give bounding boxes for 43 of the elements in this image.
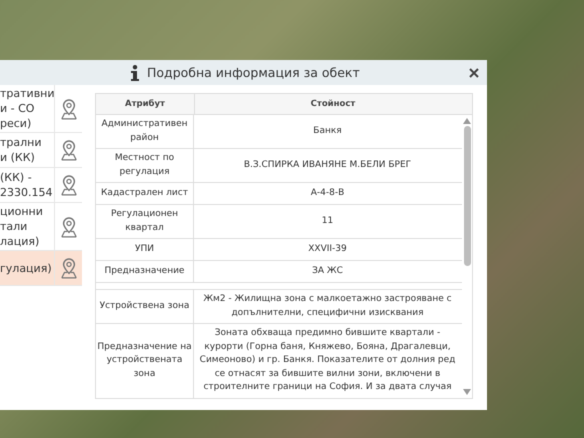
map-pin-icon[interactable]: [60, 216, 78, 238]
map-pin-icon[interactable]: [60, 174, 78, 196]
column-header: Атрибут: [96, 94, 195, 114]
table-cell: Предназначение на устройствената зона: [96, 324, 194, 398]
layer-label: трални: [0, 135, 43, 150]
table-cell-text: Зоната обхваща предимно бившите квартали - курорти (Горна баня, Княжево, Бояна, Драгалевци, Симеоново) и гр. Банкя. Показателите от долния ред се отнасят за бившите вилни зони, включени в строителните граници на София. И за двата случая: [198, 327, 456, 394]
table-cell-text: В.З.СПИРКА ИВАНЯНЕ М.БЕЛИ БРЕГ: [242, 158, 412, 172]
layer-label: (КК) -: [0, 170, 33, 185]
info-icon: [130, 64, 140, 80]
table-cell: Кадастрален лист: [96, 183, 194, 204]
layer-label: и - СО: [0, 101, 36, 116]
table-cell: Местност по регулация: [96, 149, 194, 182]
dialog-title: Подробна информация за обект: [147, 65, 361, 80]
scroll-up-icon[interactable]: [463, 118, 471, 124]
layer-label: и (КК): [0, 150, 36, 165]
layer-item[interactable]: тративни и - СО реси): [0, 85, 82, 133]
table-cell: Административен район: [96, 115, 194, 148]
table-cell-text: А-4-8-В: [310, 186, 346, 200]
table-cell: Устройствена зона: [96, 290, 194, 323]
close-button[interactable]: [467, 66, 481, 80]
layer-label: лация): [0, 234, 40, 249]
layer-item[interactable]: (КК) - 2330.154: [0, 168, 82, 203]
column-header: Стойност: [310, 98, 356, 111]
layer-label: тали: [0, 219, 28, 234]
map-pin-icon[interactable]: [60, 98, 78, 120]
layer-item[interactable]: трални и (КК): [0, 133, 82, 168]
layer-label: реси): [0, 116, 32, 131]
table-cell-text: XXVII-39: [307, 242, 348, 256]
table-cell: УПИ: [96, 239, 194, 260]
table-cell-text: Жм2 - Жилищна зона с малкоетажно застрояване с допълнителни, специфични изисквания: [202, 293, 453, 320]
table-cell: Регулационен квартал: [96, 205, 194, 238]
map-pin-icon[interactable]: [60, 257, 78, 279]
table-cell-text: Банкя: [312, 124, 343, 138]
map-pin-icon[interactable]: [60, 139, 78, 161]
layer-label: тративни: [0, 86, 54, 101]
table-cell-text: 11: [320, 214, 334, 228]
layer-label: 2330.154: [0, 185, 54, 200]
layer-item[interactable]: гулация): [0, 251, 82, 286]
layer-label: ционни: [0, 204, 44, 219]
table-cell-text: ЗА ЖС: [311, 264, 344, 278]
layer-label: гулация): [0, 260, 53, 276]
table-cell: Предназначение: [96, 261, 194, 282]
scroll-down-icon[interactable]: [463, 388, 471, 394]
